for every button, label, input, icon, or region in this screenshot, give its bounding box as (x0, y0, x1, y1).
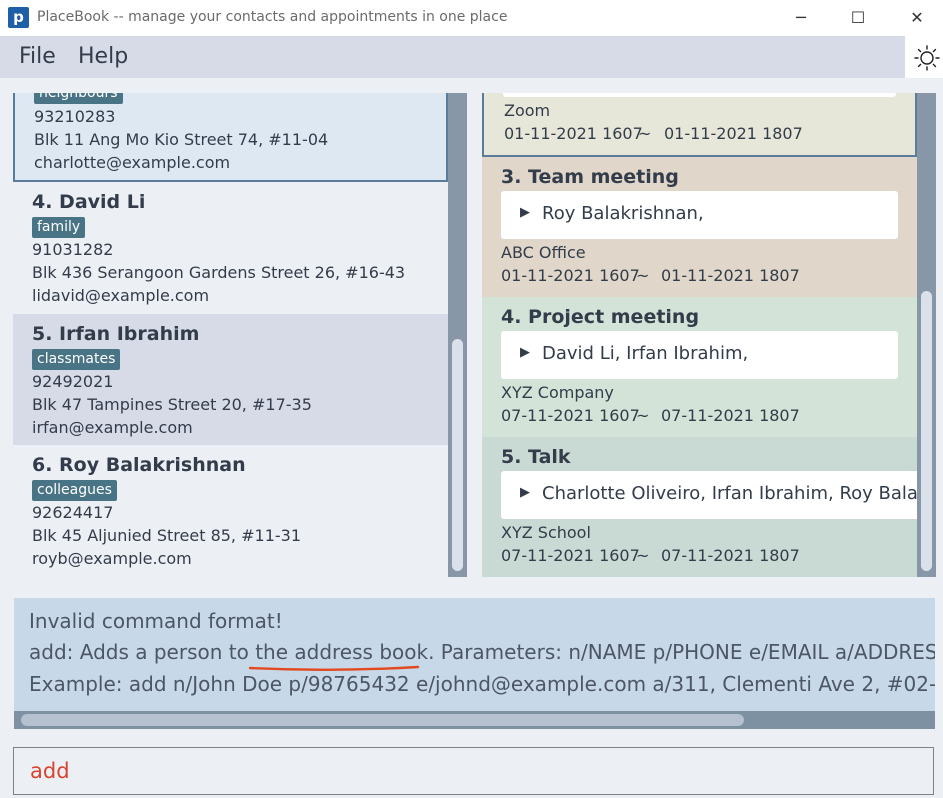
appointment-title: 4. Project meeting (501, 306, 700, 328)
minimize-button[interactable]: ─ (786, 6, 816, 30)
appointment-list-scrollbar[interactable] (917, 93, 936, 577)
person-address: Blk 47 Tampines Street 20, #17-35 (32, 395, 312, 414)
expand-triangle-icon[interactable]: ▶ (520, 345, 530, 360)
appointment-location: ABC Office (501, 243, 586, 262)
person-phone: 93210283 (34, 107, 116, 126)
appointment-persons-box[interactable]: ▶ Roy Balakrishnan, (501, 191, 898, 239)
title-bar: p PlaceBook -- manage your contacts and … (0, 0, 943, 36)
menu-help[interactable]: Help (78, 44, 128, 69)
person-name: 6. Roy Balakrishnan (32, 454, 246, 476)
appointment-start: 01-11-2021 1607 (501, 266, 640, 285)
person-email: lidavid@example.com (32, 286, 210, 305)
person-tag: neighbours (34, 93, 123, 104)
person-phone: 92624417 (32, 503, 114, 522)
appointment-title: 3. Team meeting (501, 166, 679, 188)
person-address: Blk 436 Serangoon Gardens Street 26, #16… (32, 263, 406, 282)
menu-bar: File Help (0, 36, 905, 78)
appointment-persons-box[interactable]: ▶ David Li, Irfan Ibrahim, (501, 331, 898, 379)
person-email: charlotte@example.com (34, 153, 231, 172)
appointment-card[interactable]: 4. Project meeting ▶ David Li, Irfan Ibr… (482, 297, 917, 437)
person-list-scroll-thumb[interactable] (452, 339, 463, 571)
close-button[interactable]: ✕ (902, 6, 932, 30)
appointment-start: 07-11-2021 1607 (501, 406, 640, 425)
time-separator: ~ (636, 546, 650, 565)
person-name: 4. David Li (32, 191, 146, 213)
person-email: irfan@example.com (32, 418, 193, 437)
result-display: Invalid command format! add: Adds a pers… (14, 598, 935, 729)
command-input[interactable]: add (13, 747, 934, 795)
appointment-location: XYZ School (501, 523, 591, 542)
maximize-button[interactable]: ☐ (843, 6, 873, 30)
appointment-location: Zoom (504, 101, 551, 120)
menu-file[interactable]: File (19, 44, 56, 69)
appointment-title: 5. Talk (501, 446, 571, 468)
result-line-2: add: Adds a person to the address book. … (29, 640, 935, 664)
person-tag: family (32, 217, 86, 238)
command-input-value: add (30, 759, 70, 783)
sun-icon (914, 45, 940, 71)
time-separator: ~ (636, 266, 650, 285)
appointment-persons-box (503, 93, 896, 97)
person-address: Blk 11 Ang Mo Kio Street 74, #11-04 (34, 130, 329, 149)
appointment-persons: David Li, Irfan Ibrahim, (542, 343, 749, 364)
appointment-end: 07-11-2021 1807 (661, 406, 800, 425)
person-phone: 92492021 (32, 372, 114, 391)
appointment-card[interactable]: 3. Team meeting ▶ Roy Balakrishnan, ABC … (482, 157, 917, 297)
person-address: Blk 45 Aljunied Street 85, #11-31 (32, 526, 301, 545)
person-email: royb@example.com (32, 549, 192, 568)
result-scrollbar[interactable] (14, 711, 935, 729)
appointment-list-scroll-thumb[interactable] (921, 291, 932, 571)
app-icon: p (8, 7, 29, 28)
person-tag: classmates (32, 349, 121, 370)
person-card[interactable]: 6. Roy Balakrishnan colleagues 92624417 … (13, 445, 448, 577)
appointment-persons-box[interactable]: ▶ Charlotte Oliveiro, Irfan Ibrahim, Roy… (501, 471, 917, 519)
appointment-persons: Roy Balakrishnan, (542, 203, 704, 224)
result-scroll-thumb[interactable] (21, 714, 744, 726)
person-phone: 91031282 (32, 240, 114, 259)
appointment-start: 01-11-2021 1607 (504, 124, 643, 143)
person-card[interactable]: 4. David Li family 91031282 Blk 436 Sera… (13, 182, 448, 314)
appointment-card[interactable]: 5. Talk ▶ Charlotte Oliveiro, Irfan Ibra… (482, 437, 917, 577)
appointment-end: 07-11-2021 1807 (661, 546, 800, 565)
expand-triangle-icon[interactable]: ▶ (520, 205, 530, 220)
appointment-start: 07-11-2021 1607 (501, 546, 640, 565)
result-line-1: Invalid command format! (29, 609, 283, 633)
annotation-underline (248, 665, 420, 671)
appointment-end: 01-11-2021 1807 (661, 266, 800, 285)
appointment-end: 01-11-2021 1807 (664, 124, 803, 143)
appointment-card[interactable]: Zoom 01-11-2021 1607 ~ 01-11-2021 1807 (482, 93, 917, 157)
person-tag: colleagues (32, 480, 117, 501)
person-list-scrollbar[interactable] (448, 93, 467, 577)
person-card[interactable]: 5. Irfan Ibrahim classmates 92492021 Blk… (13, 314, 448, 445)
person-list[interactable]: neighbours 93210283 Blk 11 Ang Mo Kio St… (13, 93, 448, 577)
appointment-location: XYZ Company (501, 383, 614, 402)
expand-triangle-icon[interactable]: ▶ (520, 485, 530, 500)
result-line-3: Example: add n/John Doe p/98765432 e/joh… (29, 672, 935, 696)
time-separator: ~ (638, 124, 652, 143)
appointment-list[interactable]: Zoom 01-11-2021 1607 ~ 01-11-2021 1807 3… (482, 93, 917, 577)
window-title: PlaceBook -- manage your contacts and ap… (37, 9, 508, 25)
time-separator: ~ (636, 406, 650, 425)
person-card[interactable]: neighbours 93210283 Blk 11 Ang Mo Kio St… (13, 93, 448, 182)
person-name: 5. Irfan Ibrahim (32, 323, 200, 345)
appointment-persons: Charlotte Oliveiro, Irfan Ibrahim, Roy B… (542, 483, 917, 504)
theme-toggle-button[interactable] (907, 38, 943, 78)
